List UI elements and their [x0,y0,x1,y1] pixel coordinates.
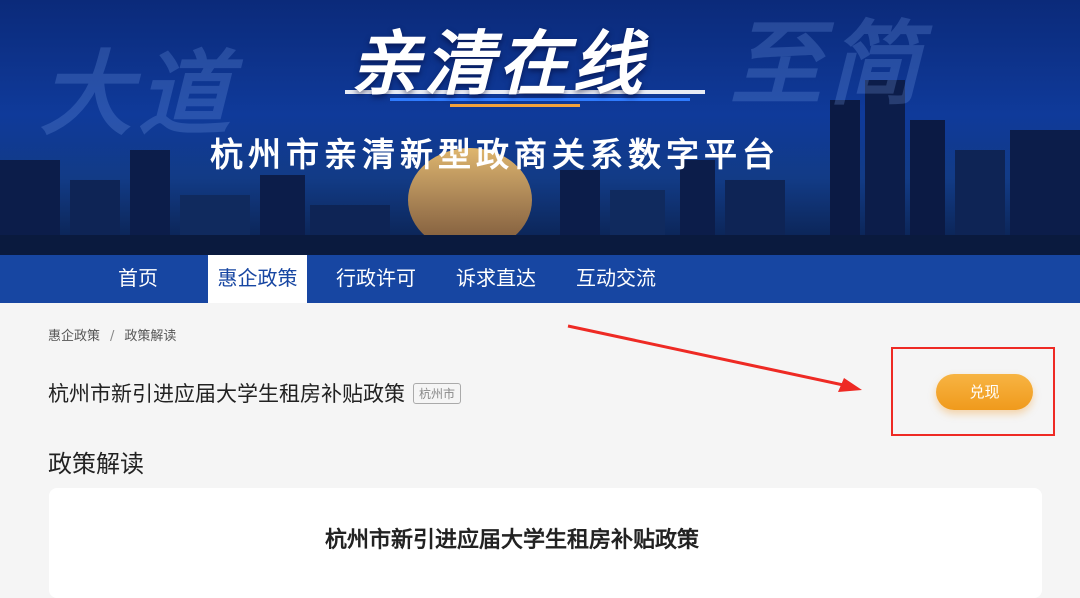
breadcrumb: 惠企政策 / 政策解读 [48,325,176,344]
header-banner: 大道 至简 亲清在线 杭州市亲清新型政商关系数字平台 [0,0,1080,255]
nav-item-appeal[interactable]: 诉求直达 [446,255,546,303]
policy-title: 杭州市新引进应届大学生租房补贴政策 [48,383,405,406]
card-title: 杭州市新引进应届大学生租房补贴政策 [324,527,699,552]
section-title: 政策解读 [48,451,144,478]
policy-content-card: 杭州市新引进应届大学生租房补贴政策 [49,488,1042,598]
breadcrumb-current: 政策解读 [124,329,177,344]
site-subtitle: 杭州市亲清新型政商关系数字平台 [210,135,780,174]
main-nav: 首页 惠企政策 行政许可 诉求直达 互动交流 [0,255,1080,303]
site-logo: 亲清在线 [350,23,646,105]
background-slogan-right: 至简 [730,11,927,118]
breadcrumb-link-policy[interactable]: 惠企政策 [48,329,100,344]
nav-item-home[interactable]: 首页 [96,255,180,303]
nav-item-policy[interactable]: 惠企政策 [208,255,307,303]
redeem-button[interactable]: 兑现 [936,374,1033,410]
policy-title-row: 杭州市新引进应届大学生租房补贴政策 杭州市 [48,378,462,408]
region-tag: 杭州市 [413,383,462,404]
nav-item-interaction[interactable]: 互动交流 [566,255,666,303]
breadcrumb-separator: / [110,329,115,344]
nav-item-license[interactable]: 行政许可 [326,255,426,303]
background-slogan-left: 大道 [40,41,237,148]
